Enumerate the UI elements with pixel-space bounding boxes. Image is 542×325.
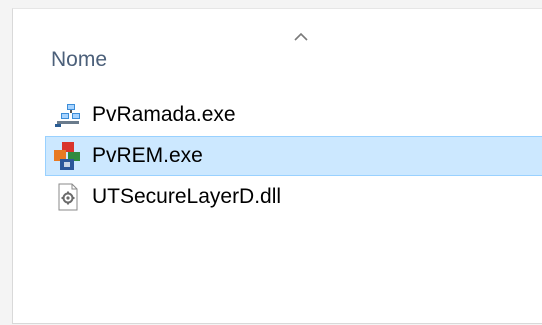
file-row-utsecurelayerd[interactable]: UTSecureLayerD.dll bbox=[45, 177, 542, 217]
column-header-name[interactable]: Nome bbox=[51, 45, 107, 75]
explorer-window: Nome PvRamada.exe PvREM.exe UTSecureLaye… bbox=[0, 0, 542, 325]
office-app-icon bbox=[52, 140, 84, 172]
file-name: PvRamada.exe bbox=[92, 103, 236, 126]
file-row-pvrem[interactable]: PvREM.exe bbox=[45, 136, 542, 176]
file-list-pane[interactable]: Nome PvRamada.exe PvREM.exe UTSecureLaye… bbox=[12, 8, 542, 324]
chevron-up-icon[interactable] bbox=[291, 29, 311, 45]
file-list: PvRamada.exe PvREM.exe UTSecureLayerD.dl… bbox=[45, 95, 542, 218]
dll-file-icon bbox=[52, 181, 84, 213]
file-name: UTSecureLayerD.dll bbox=[92, 185, 282, 208]
network-app-icon bbox=[52, 99, 84, 131]
file-name: PvREM.exe bbox=[92, 144, 203, 167]
file-row-pvramada[interactable]: PvRamada.exe bbox=[45, 95, 542, 135]
